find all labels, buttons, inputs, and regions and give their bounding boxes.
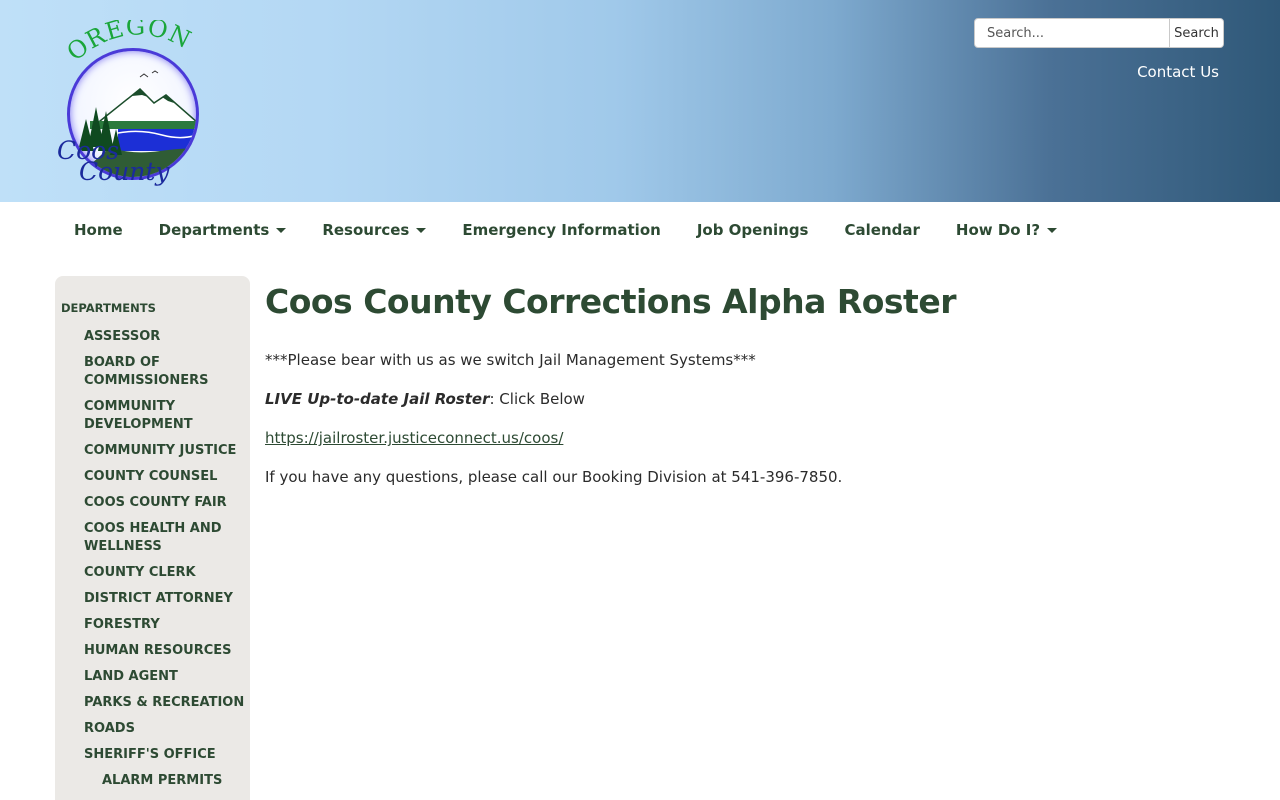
nav-item-job-openings[interactable]: Job Openings <box>679 202 827 258</box>
contact-info-text: If you have any questions, please call o… <box>265 468 843 486</box>
search-input[interactable] <box>975 19 1169 47</box>
jail-roster-link[interactable]: https://jailroster.justiceconnect.us/coo… <box>265 429 563 447</box>
sidebar-item-alarm-permits[interactable]: ALARM PERMITS <box>84 772 246 790</box>
sidebar-item-assessor[interactable]: ASSESSOR <box>84 328 246 346</box>
sidebar-list: ASSESSOR BOARD OF COMMISSIONERS COMMUNIT… <box>84 328 246 798</box>
nav-item-label: Home <box>74 221 123 239</box>
nav-item-how-do-i[interactable]: How Do I? <box>938 202 1075 258</box>
sidebar-item-county-counsel[interactable]: COUNTY COUNSEL <box>84 468 246 486</box>
coos-county-logo[interactable]: OREGON Coos County <box>55 20 205 192</box>
sidebar-item-district-attorney[interactable]: DISTRICT ATTORNEY <box>84 590 246 608</box>
search-button[interactable]: Search <box>1169 19 1223 47</box>
site-header: OREGON Coos County Search... Search Cont… <box>0 0 1280 202</box>
roster-link-line: https://jailroster.justiceconnect.us/coo… <box>265 429 1225 448</box>
main-content: Coos County Corrections Alpha Roster ***… <box>265 282 1225 507</box>
nav-item-departments[interactable]: Departments <box>141 202 305 258</box>
logo-text-county: County <box>79 157 170 186</box>
nav-item-label: How Do I? <box>955 221 1041 239</box>
sidebar-item-coos-county-fair[interactable]: COOS COUNTY FAIR <box>84 494 246 512</box>
departments-sidebar: DEPARTMENTS ASSESSOR BOARD OF COMMISSION… <box>55 276 250 800</box>
nav-item-home[interactable]: Home <box>56 202 141 258</box>
nav-item-label: Resources <box>322 221 410 239</box>
live-roster-suffix: : Click Below <box>489 390 585 408</box>
sidebar-item-board-of-commissioners[interactable]: BOARD OF COMMISSIONERS <box>84 354 246 390</box>
nav-item-calendar[interactable]: Calendar <box>827 202 938 258</box>
sidebar-heading[interactable]: DEPARTMENTS <box>61 301 156 315</box>
sidebar-item-community-development[interactable]: COMMUNITY DEVELOPMENT <box>84 398 246 434</box>
sidebar-item-sheriffs-office[interactable]: SHERIFF'S OFFICE <box>84 746 246 764</box>
caret-down-icon <box>1047 227 1058 233</box>
sidebar-item-forestry[interactable]: FORESTRY <box>84 616 246 634</box>
sidebar-item-coos-health-and-wellness[interactable]: COOS HEALTH AND WELLNESS <box>84 520 246 556</box>
sidebar-item-county-clerk[interactable]: COUNTY CLERK <box>84 564 246 582</box>
live-roster-label: LIVE Up-to-date Jail Roster <box>265 390 490 408</box>
nav-list: Home Departments Resources Emergency Inf… <box>56 202 1075 258</box>
main-navigation: Home Departments Resources Emergency Inf… <box>0 202 1280 258</box>
caret-down-icon <box>416 227 427 233</box>
sidebar-item-land-agent[interactable]: LAND AGENT <box>84 668 246 686</box>
nav-item-label: Emergency Information <box>462 221 661 239</box>
nav-item-resources[interactable]: Resources <box>304 202 444 258</box>
sidebar-item-roads[interactable]: ROADS <box>84 720 246 738</box>
nav-item-emergency-information[interactable]: Emergency Information <box>444 202 678 258</box>
live-roster-line: LIVE Up-to-date Jail Roster: Click Below <box>265 390 1225 409</box>
sidebar-item-community-justice[interactable]: COMMUNITY JUSTICE <box>84 442 246 460</box>
nav-item-label: Job Openings <box>696 221 809 239</box>
sidebar-item-human-resources[interactable]: HUMAN RESOURCES <box>84 642 246 660</box>
notice-text: ***Please bear with us as we switch Jail… <box>265 351 756 369</box>
search-form: Search <box>974 18 1224 48</box>
nav-item-label: Departments <box>158 221 270 239</box>
caret-down-icon <box>276 227 287 233</box>
nav-item-label: Calendar <box>844 221 920 239</box>
sidebar-item-parks-recreation[interactable]: PARKS & RECREATION <box>84 694 246 712</box>
contact-us-link[interactable]: Contact Us <box>1137 63 1219 81</box>
page-title: Coos County Corrections Alpha Roster <box>265 282 956 321</box>
